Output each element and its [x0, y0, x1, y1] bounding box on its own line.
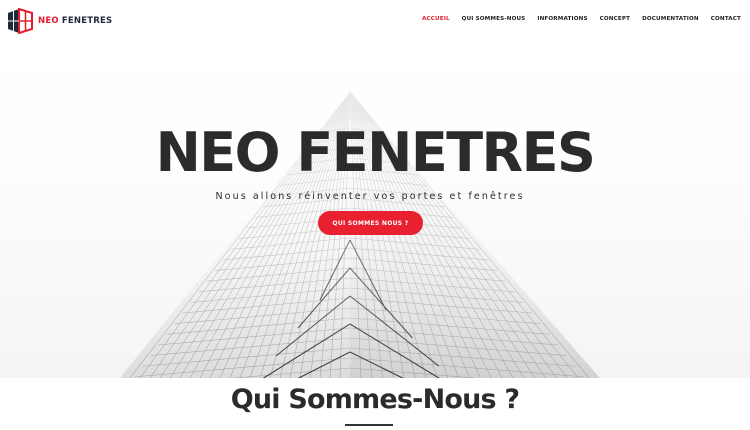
nav-item-contact[interactable]: CONTACT — [711, 16, 741, 22]
nav-item-concept[interactable]: CONCEPT — [600, 16, 630, 22]
nav-item-accueil[interactable]: ACCUEIL — [422, 16, 450, 22]
hero-section: NEO FENETRES Nous allons réinventer vos … — [0, 0, 750, 378]
nav-item-qui-sommes-nous[interactable]: QUI SOMMES-NOUS — [462, 16, 526, 22]
site-header: NEO FENETRES ACCUEIL QUI SOMMES-NOUS INF… — [0, 0, 750, 40]
hero-subtitle: Nous allons réinventer vos portes et fen… — [215, 191, 525, 202]
logo-text-prefix: NEO — [38, 16, 59, 26]
nav-item-informations[interactable]: INFORMATIONS — [537, 16, 587, 22]
main-navigation: ACCUEIL QUI SOMMES-NOUS INFORMATIONS CON… — [422, 16, 741, 22]
section-title: Qui Sommes-Nous ? — [230, 384, 520, 415]
nav-item-documentation[interactable]: DOCUMENTATION — [642, 16, 699, 22]
hero-building-background — [0, 0, 750, 378]
hero-title: NEO FENETRES — [155, 121, 596, 184]
logo-text: NEO FENETRES — [38, 16, 112, 26]
logo-text-suffix: FENETRES — [61, 16, 113, 26]
section-divider — [345, 424, 393, 426]
site-logo[interactable]: NEO FENETRES — [7, 8, 112, 34]
window-logo-icon — [8, 8, 33, 34]
who-are-we-button[interactable]: QUI SOMMES NOUS ? — [318, 211, 423, 235]
